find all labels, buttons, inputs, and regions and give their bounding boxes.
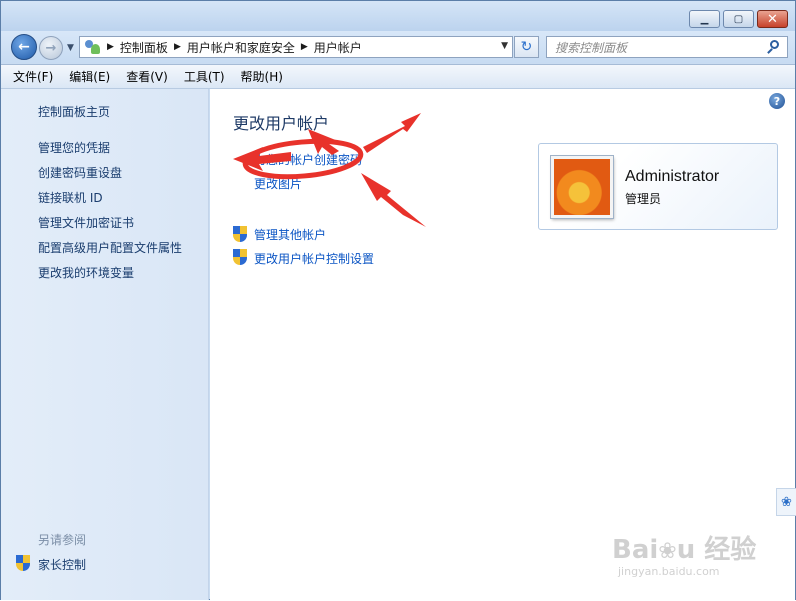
minimize-button[interactable]: ▁ bbox=[689, 10, 720, 28]
shield-icon bbox=[16, 555, 30, 571]
close-button[interactable]: ✕ bbox=[757, 10, 788, 28]
breadcrumb[interactable]: ▶ 控制面板 ▶ 用户帐户和家庭安全 ▶ 用户帐户 ▼ bbox=[79, 36, 513, 58]
sidebar-item-link-online-id[interactable]: 链接联机 ID bbox=[38, 189, 103, 206]
avatar bbox=[551, 156, 613, 218]
search-icon[interactable] bbox=[765, 38, 783, 56]
menu-help[interactable]: 帮助(H) bbox=[241, 68, 283, 85]
create-password-link[interactable]: 为您的帐户创建密码 bbox=[254, 151, 362, 168]
back-arrow-icon: ← bbox=[18, 39, 30, 55]
sidebar-item-parental-controls[interactable]: 家长控制 bbox=[38, 556, 86, 573]
shield-icon bbox=[233, 226, 247, 242]
breadcrumb-user-accounts-family[interactable]: 用户帐户和家庭安全 bbox=[187, 39, 295, 56]
chevron-down-icon[interactable]: ▼ bbox=[501, 41, 508, 51]
sidebar-item-encryption-certs[interactable]: 管理文件加密证书 bbox=[38, 214, 134, 231]
recent-pages-dropdown[interactable]: ▼ bbox=[67, 43, 74, 53]
address-bar: ← → ▼ ▶ 控制面板 ▶ 用户帐户和家庭安全 ▶ 用户帐户 ▼ ↻ 搜索控制… bbox=[1, 31, 795, 63]
control-panel-window: ▁ ▢ ✕ ← → ▼ ▶ 控制面板 ▶ 用户帐户和家庭安全 ▶ 用户帐户 ▼ … bbox=[0, 0, 796, 600]
forward-arrow-icon: → bbox=[45, 40, 57, 56]
uac-settings-link[interactable]: 更改用户帐户控制设置 bbox=[254, 250, 374, 267]
chevron-right-icon[interactable]: ▶ bbox=[301, 42, 308, 52]
page-title: 更改用户帐户 bbox=[233, 114, 330, 133]
search-placeholder: 搜索控制面板 bbox=[555, 40, 628, 55]
title-bar: ▁ ▢ ✕ bbox=[1, 1, 795, 31]
refresh-button[interactable]: ↻ bbox=[514, 36, 539, 58]
chevron-right-icon[interactable]: ▶ bbox=[174, 42, 181, 52]
close-icon: ✕ bbox=[767, 11, 778, 27]
manage-other-accounts-link[interactable]: 管理其他帐户 bbox=[254, 226, 326, 243]
account-role: 管理员 bbox=[625, 192, 662, 206]
help-icon[interactable]: ? bbox=[769, 93, 785, 109]
maximize-icon: ▢ bbox=[733, 13, 744, 25]
watermark: Bai❀u 经验 jingyan.baidu.com bbox=[612, 529, 792, 589]
watermark-url: jingyan.baidu.com bbox=[618, 565, 720, 578]
sidebar-item-control-panel-home[interactable]: 控制面板主页 bbox=[38, 103, 110, 120]
change-picture-link[interactable]: 更改图片 bbox=[254, 175, 302, 192]
search-input[interactable]: 搜索控制面板 bbox=[546, 36, 788, 58]
maximize-button[interactable]: ▢ bbox=[723, 10, 754, 28]
chevron-right-icon[interactable]: ▶ bbox=[107, 42, 114, 52]
baidu-logo: Bai❀u 经验 bbox=[612, 535, 757, 565]
minimize-icon: ▁ bbox=[700, 13, 709, 25]
paw-icon[interactable]: ❀ bbox=[776, 488, 796, 516]
account-card: Administrator 管理员 bbox=[538, 143, 778, 230]
back-button[interactable]: ← bbox=[11, 34, 37, 60]
breadcrumb-user-accounts[interactable]: 用户帐户 bbox=[314, 39, 362, 56]
sidebar-item-create-reset-disk[interactable]: 创建密码重设盘 bbox=[38, 164, 122, 181]
forward-button[interactable]: → bbox=[39, 36, 63, 60]
menu-edit[interactable]: 编辑(E) bbox=[69, 68, 110, 85]
shield-icon bbox=[233, 249, 247, 265]
breadcrumb-control-panel[interactable]: 控制面板 bbox=[120, 39, 168, 56]
menu-file[interactable]: 文件(F) bbox=[13, 68, 53, 85]
sidebar-item-manage-credentials[interactable]: 管理您的凭据 bbox=[38, 139, 110, 156]
see-also-heading: 另请参阅 bbox=[38, 533, 87, 547]
menu-bar: 文件(F) 编辑(E) 查看(V) 工具(T) 帮助(H) bbox=[1, 64, 795, 89]
sidebar: 控制面板主页 管理您的凭据 创建密码重设盘 链接联机 ID 管理文件加密证书 配… bbox=[1, 89, 209, 600]
account-name: Administrator bbox=[625, 168, 720, 185]
users-icon bbox=[83, 39, 101, 55]
menu-view[interactable]: 查看(V) bbox=[126, 68, 168, 85]
menu-tools[interactable]: 工具(T) bbox=[184, 68, 225, 85]
sidebar-item-environment-vars[interactable]: 更改我的环境变量 bbox=[38, 264, 134, 281]
refresh-icon: ↻ bbox=[520, 39, 533, 55]
sidebar-item-advanced-profile[interactable]: 配置高级用户配置文件属性 bbox=[38, 239, 182, 256]
